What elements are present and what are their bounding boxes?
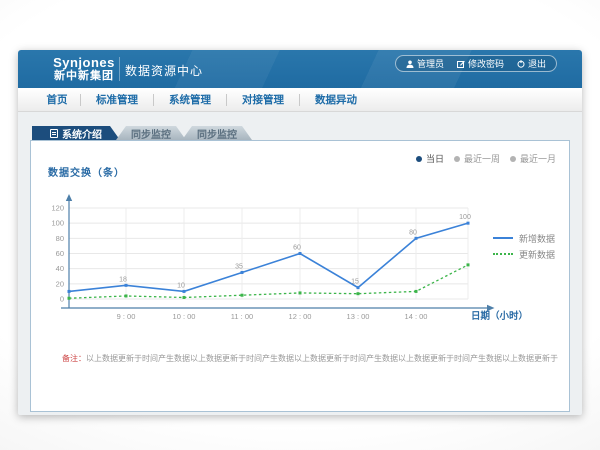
range-filter: 当日 最近一周 最近一月 xyxy=(416,152,556,165)
nav-item-interface[interactable]: 对接管理 xyxy=(227,92,299,107)
radio-dot xyxy=(416,156,422,162)
line-chart: 0 20 40 60 80 100 120 9 : 00 10 : 00 11 : 00 12 : … xyxy=(31,186,571,331)
logout-button[interactable]: 退出 xyxy=(517,57,546,70)
legend-label: 更新数据 xyxy=(519,248,555,261)
svg-text:15: 15 xyxy=(351,279,359,286)
main-nav: 首页 标准管理 系统管理 对接管理 数据异动 xyxy=(18,88,582,112)
app-header: Synjones 新中新集团 数据资源中心 管理员 修改密码 退出 xyxy=(18,50,582,88)
tab-label: 系统介绍 xyxy=(62,126,102,141)
logo-text-cn: 新中新集团 xyxy=(51,70,117,83)
nav-item-data-change[interactable]: 数据异动 xyxy=(300,92,372,107)
app-window: Synjones 新中新集团 数据资源中心 管理员 修改密码 退出 首页 标准管… xyxy=(18,50,582,415)
svg-text:14 : 00: 14 : 00 xyxy=(405,312,428,321)
radio-label: 最近一月 xyxy=(520,152,556,165)
tab-sync-monitor-2[interactable]: 同步监控 xyxy=(182,126,252,140)
svg-text:11 : 00: 11 : 00 xyxy=(231,312,253,321)
nav-item-system[interactable]: 系统管理 xyxy=(154,92,226,107)
svg-text:80: 80 xyxy=(409,229,417,236)
user-icon xyxy=(406,60,414,68)
legend-line-dotted xyxy=(493,253,513,255)
tab-label: 同步监控 xyxy=(197,126,237,141)
svg-text:0: 0 xyxy=(60,295,64,304)
svg-text:20: 20 xyxy=(56,279,64,288)
radio-last-week[interactable]: 最近一周 xyxy=(454,152,500,165)
svg-text:100: 100 xyxy=(459,214,471,221)
power-icon xyxy=(517,60,525,68)
logo-text-en: Synjones xyxy=(51,55,117,70)
legend-label: 新增数据 xyxy=(519,232,555,245)
svg-text:12 : 00: 12 : 00 xyxy=(289,312,312,321)
svg-text:18: 18 xyxy=(119,276,127,283)
edit-icon xyxy=(457,60,465,68)
svg-text:60: 60 xyxy=(56,249,64,258)
radio-last-month[interactable]: 最近一月 xyxy=(510,152,556,165)
svg-text:10 : 00: 10 : 00 xyxy=(173,312,196,321)
svg-text:120: 120 xyxy=(51,204,64,213)
radio-dot xyxy=(510,156,516,162)
header-divider xyxy=(119,57,120,81)
tab-bar: 系统介绍 同步监控 同步监控 xyxy=(32,126,252,140)
svg-text:10: 10 xyxy=(177,282,185,289)
legend-item-new: 新增数据 xyxy=(493,230,555,246)
svg-text:40: 40 xyxy=(56,264,64,273)
footnote-prefix: 备注： xyxy=(62,354,86,363)
radio-today[interactable]: 当日 xyxy=(416,152,444,165)
legend-line-solid xyxy=(493,237,513,239)
page-title: 数据资源中心 xyxy=(125,62,203,79)
chart-y-axis-title: 数据交换（条） xyxy=(48,164,125,179)
radio-label: 最近一周 xyxy=(464,152,500,165)
radio-label: 当日 xyxy=(426,152,444,165)
logout-label: 退出 xyxy=(528,57,546,70)
footnote: 备注：以上数据更新于时间产生数据以上数据更新于时间产生数据以上数据更新于时间产生… xyxy=(62,353,567,364)
svg-text:13 : 00: 13 : 00 xyxy=(347,312,370,321)
chart-legend: 新增数据 更新数据 xyxy=(493,230,555,262)
svg-text:35: 35 xyxy=(235,263,243,270)
tab-system-intro[interactable]: 系统介绍 xyxy=(32,126,120,140)
tab-sync-monitor-1[interactable]: 同步监控 xyxy=(116,126,186,140)
user-menu[interactable]: 管理员 xyxy=(406,57,444,70)
tab-label: 同步监控 xyxy=(131,126,171,141)
svg-text:100: 100 xyxy=(51,219,64,228)
footnote-text: 以上数据更新于时间产生数据以上数据更新于时间产生数据以上数据更新于时间产生数据以… xyxy=(86,354,558,363)
nav-item-home[interactable]: 首页 xyxy=(34,92,80,107)
user-toolbar: 管理员 修改密码 退出 xyxy=(395,55,557,72)
legend-item-update: 更新数据 xyxy=(493,246,555,262)
document-icon xyxy=(50,129,58,138)
svg-text:80: 80 xyxy=(56,234,64,243)
svg-text:日期（小时）: 日期（小时） xyxy=(471,310,528,322)
brand-logo: Synjones 新中新集团 xyxy=(51,55,117,83)
change-password-label: 修改密码 xyxy=(468,57,504,70)
nav-item-standards[interactable]: 标准管理 xyxy=(81,92,153,107)
change-password-button[interactable]: 修改密码 xyxy=(457,57,504,70)
svg-text:60: 60 xyxy=(293,245,301,252)
user-name: 管理员 xyxy=(417,57,444,70)
svg-text:9 : 00: 9 : 00 xyxy=(117,312,136,321)
content-panel: 当日 最近一周 最近一月 数据交换（条） 0 20 40 60 80 100 120 9 : … xyxy=(30,140,570,412)
radio-dot xyxy=(454,156,460,162)
